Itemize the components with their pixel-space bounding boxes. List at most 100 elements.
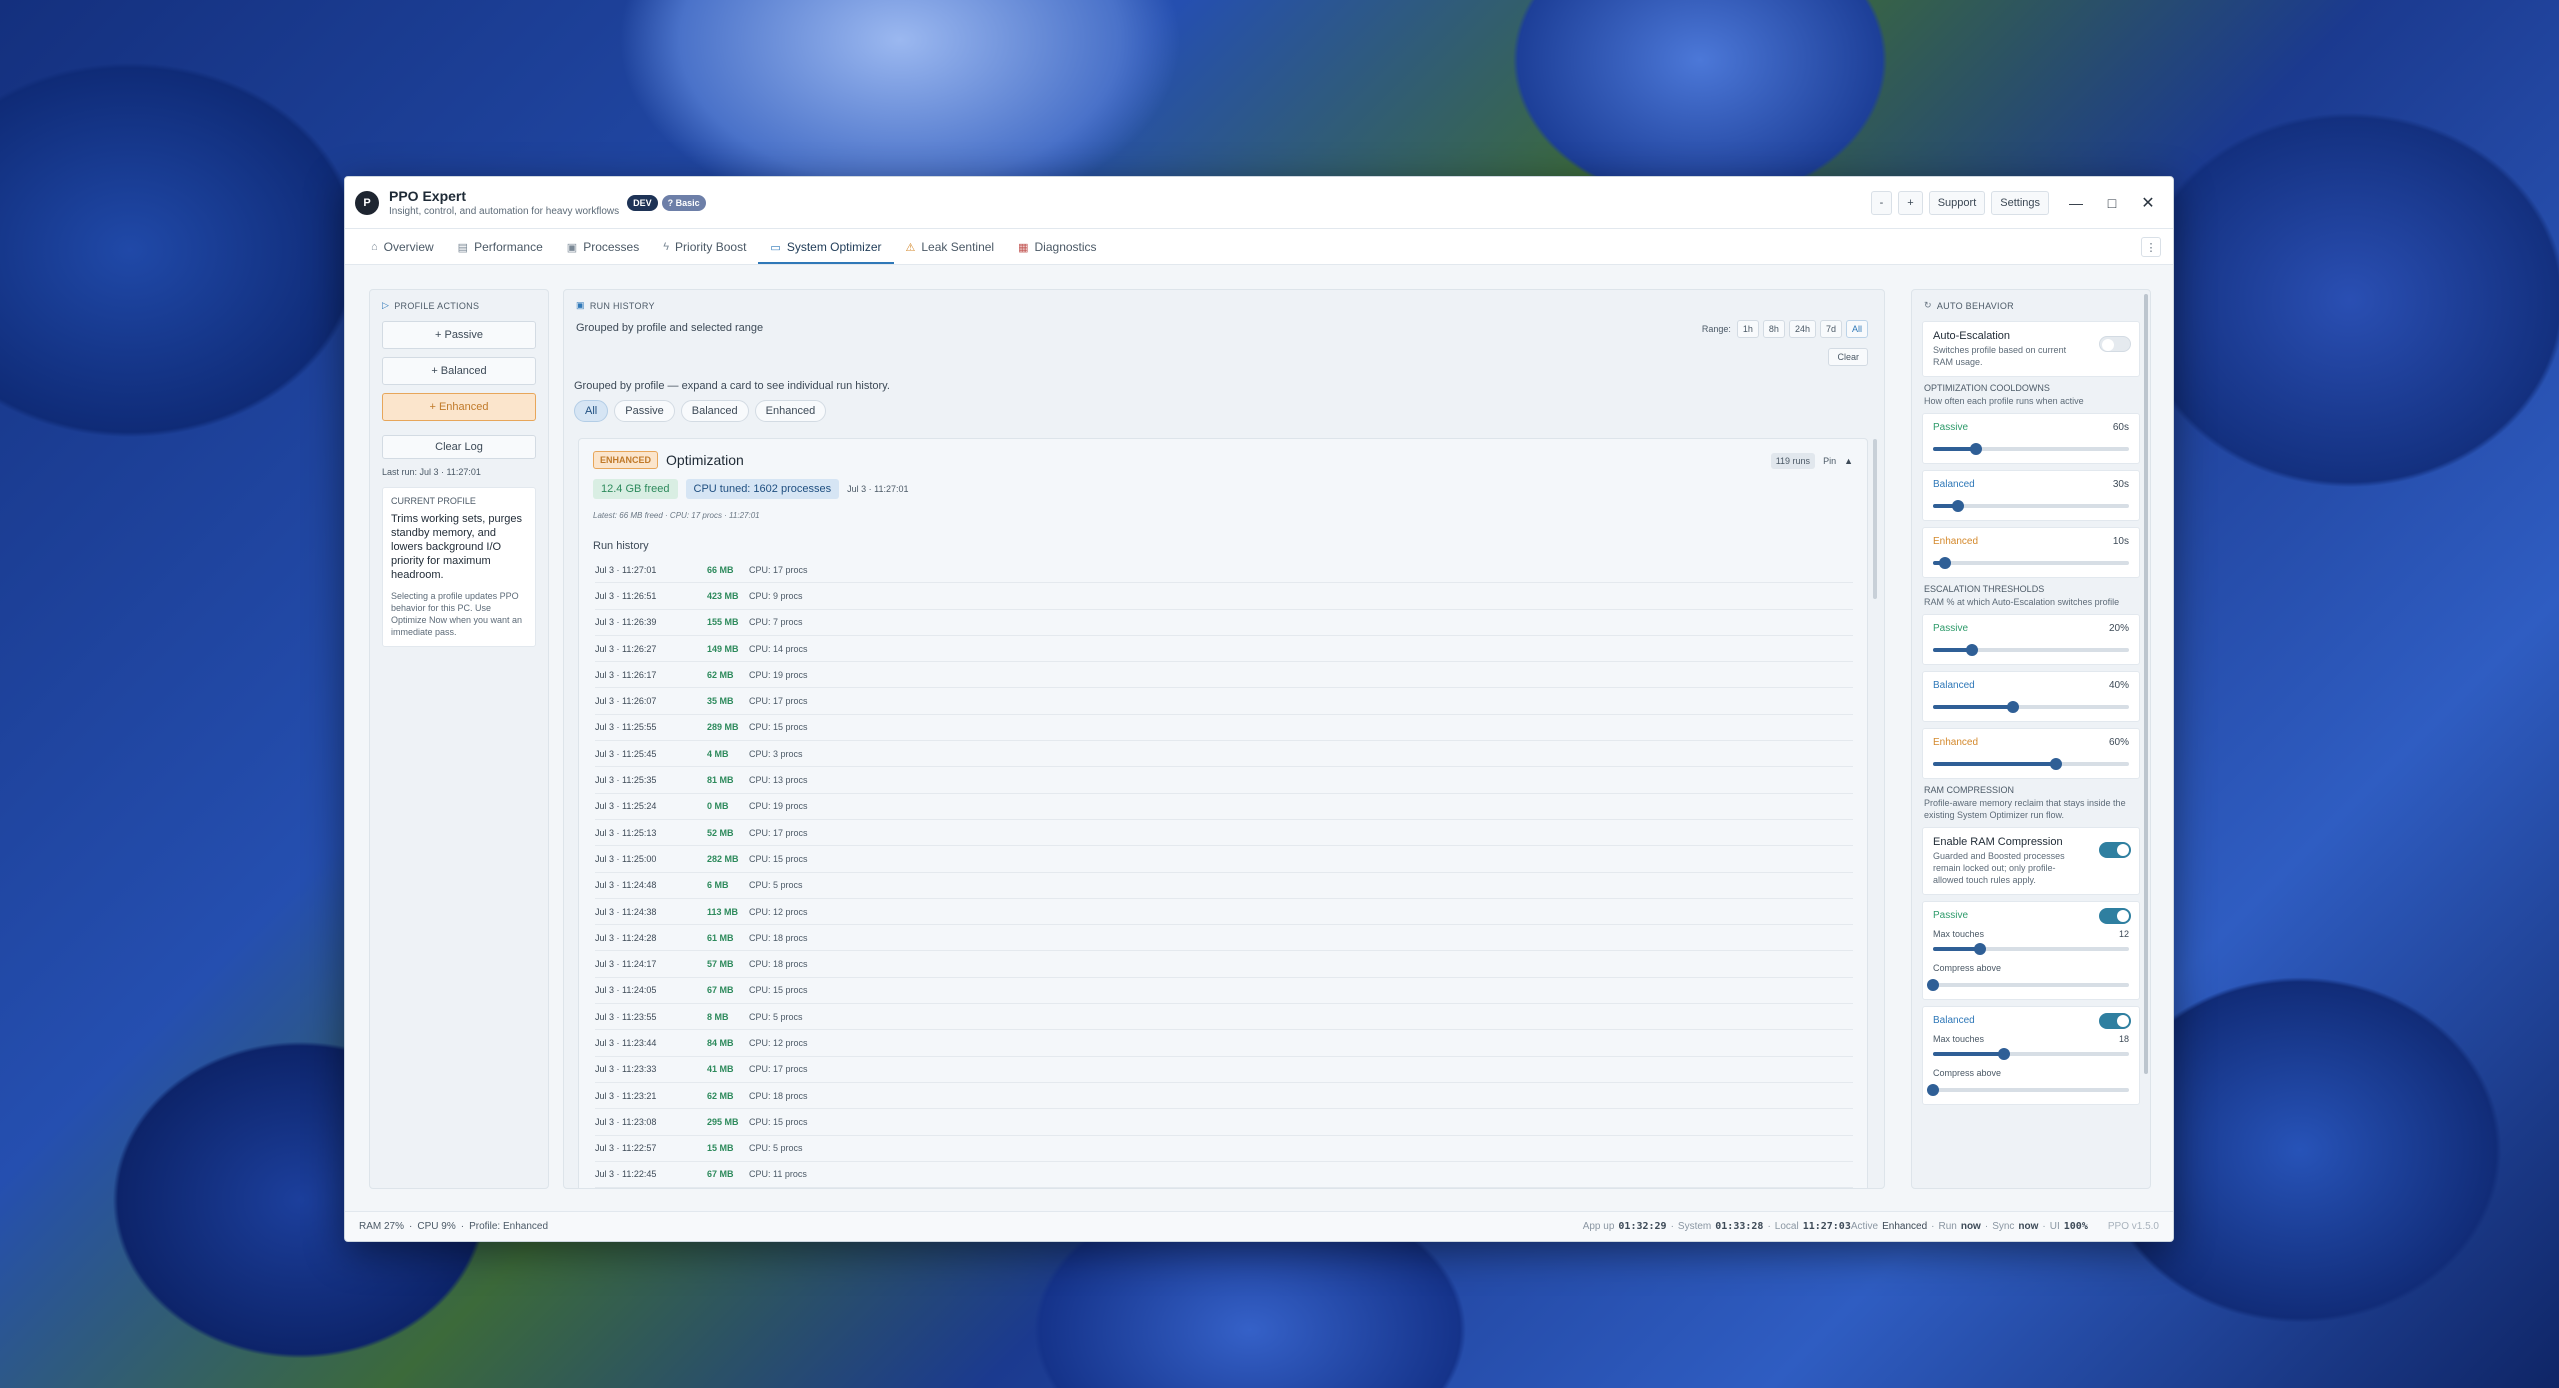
auto-behavior-panel: ↻ AUTO BEHAVIOR Auto-Escalation Switches…	[1911, 289, 2151, 1189]
run-freed: 67 MB	[707, 1169, 734, 1180]
slider-track[interactable]	[1933, 701, 2129, 713]
separator: ·	[460, 1221, 465, 1232]
slider-thumb[interactable]	[1970, 443, 1983, 455]
run-freed: 62 MB	[707, 669, 734, 680]
range-7d-button[interactable]: 7d	[1819, 320, 1842, 338]
passive-profile-button[interactable]: + Passive	[382, 321, 536, 349]
tab-diagnostics[interactable]: ▦ Diagnostics	[1006, 240, 1108, 264]
run-time: Jul 3 · 11:23:21	[595, 1090, 657, 1101]
run-cpu: CPU: 18 procs	[749, 932, 808, 943]
tab-processes[interactable]: ▣ Processes	[555, 240, 651, 264]
settings-button[interactable]: Settings	[1991, 190, 2049, 215]
enable-compression-toggle[interactable]	[2099, 842, 2131, 858]
maximize-icon[interactable]: □	[2097, 191, 2127, 215]
slider-thumb[interactable]	[1927, 979, 1939, 991]
auto-escalation-toggle[interactable]	[2099, 336, 2131, 352]
run-freed: 295 MB	[707, 1116, 739, 1127]
slider-thumb[interactable]	[1974, 943, 1987, 955]
zoom-in-button[interactable]: +	[1898, 190, 1923, 215]
compression-profile-toggle[interactable]	[2099, 908, 2131, 924]
tab-label: Diagnostics	[1034, 240, 1097, 254]
table-row: Jul 3 · 11:25:13 52 MB CPU: 17 procs	[595, 820, 1853, 847]
slider-thumb[interactable]	[1952, 500, 1965, 512]
tab-system-optimizer[interactable]: ▭ System Optimizer	[758, 240, 894, 264]
slider-track[interactable]	[1933, 1048, 2129, 1060]
slider-value: 20%	[2108, 623, 2129, 634]
run-cpu: CPU: 3 procs	[749, 748, 803, 759]
slider-thumb[interactable]	[1966, 644, 1979, 656]
run-time: Jul 3 · 11:24:28	[595, 932, 657, 943]
range-8h-button[interactable]: 8h	[1762, 320, 1785, 338]
tab-performance[interactable]: ▤ Performance	[446, 240, 555, 264]
run-label: Run	[1938, 1221, 1957, 1232]
slider-thumb[interactable]	[1938, 557, 1951, 569]
support-button[interactable]: Support	[1928, 190, 1986, 215]
balanced-profile-button[interactable]: + Balanced	[382, 357, 536, 385]
right-panel-scrollbar[interactable]	[2144, 294, 2148, 1074]
filter-all-chip[interactable]: All	[574, 400, 609, 422]
run-cpu: CPU: 5 procs	[749, 1143, 803, 1154]
clear-log-button[interactable]: Clear Log	[382, 435, 536, 459]
slider-thumb[interactable]	[1997, 1048, 2010, 1060]
tab-label: Leak Sentinel	[921, 240, 995, 254]
range-all-button[interactable]: All	[1845, 320, 1868, 338]
run-cpu: CPU: 19 procs	[749, 801, 808, 812]
slider-track[interactable]	[1933, 557, 2129, 569]
range-24h-button[interactable]: 24h	[1788, 320, 1816, 338]
tab-overview[interactable]: ⌂ Overview	[359, 240, 446, 264]
slider-track[interactable]	[1933, 943, 2129, 955]
minimize-icon[interactable]: —	[2061, 191, 2091, 215]
run-cpu: CPU: 18 procs	[749, 959, 808, 970]
run-history-subtitle: Grouped by profile and selected range	[576, 322, 764, 334]
tab-priority-boost[interactable]: ϟ Priority Boost	[651, 240, 758, 264]
run-cpu: CPU: 11 procs	[749, 1169, 807, 1180]
run-time: Jul 3 · 11:26:07	[595, 696, 657, 707]
toggle-knob	[2117, 910, 2129, 922]
separator: ·	[1767, 1221, 1771, 1232]
filter-passive-chip[interactable]: Passive	[614, 400, 675, 422]
table-row: Jul 3 · 11:27:01 66 MB CPU: 17 procs	[595, 557, 1853, 584]
slider-thumb[interactable]	[2050, 758, 2063, 770]
compression-profiles: Passive Max touches 12 Compress above Balanc…	[1912, 901, 2150, 1105]
process-icon: ▣	[566, 241, 578, 254]
ui-scale: 100%	[2063, 1221, 2088, 1232]
run-time: Jul 3 · 11:26:27	[595, 643, 657, 654]
slider-header: Balanced 30s	[1933, 479, 2129, 490]
compression-profile-toggle[interactable]	[2099, 1013, 2131, 1029]
filter-enhanced-chip[interactable]: Enhanced	[754, 400, 827, 422]
run-cpu: CPU: 5 procs	[749, 1011, 803, 1022]
slider-track[interactable]	[1933, 443, 2129, 455]
run-time: Jul 3 · 11:22:57	[595, 1143, 657, 1154]
clear-history-button[interactable]: Clear	[1828, 348, 1868, 366]
close-icon[interactable]: ✕	[2133, 191, 2163, 215]
boost-icon: ϟ	[663, 241, 670, 253]
more-options-icon[interactable]: ⋮	[2141, 237, 2161, 257]
slider-header: Enhanced 10s	[1933, 536, 2129, 547]
zoom-out-button[interactable]: -	[1870, 190, 1893, 215]
tab-leak-sentinel[interactable]: ⚠ Leak Sentinel	[894, 240, 1007, 264]
slider-fill	[1933, 762, 2057, 766]
slider-thumb[interactable]	[2007, 701, 2020, 713]
enhanced-profile-button[interactable]: + Enhanced	[382, 393, 536, 421]
slider-track[interactable]	[1927, 979, 2129, 991]
pin-button[interactable]: Pin	[1823, 456, 1836, 466]
filter-balanced-chip[interactable]: Balanced	[680, 400, 749, 422]
run-cpu: CPU: 7 procs	[749, 617, 803, 628]
slider-track[interactable]	[1933, 644, 2129, 656]
basic-mode-badge[interactable]: ? Basic	[661, 194, 706, 211]
sync-label: Sync	[1992, 1221, 2015, 1232]
slider-track[interactable]	[1927, 1084, 2129, 1096]
slider-track[interactable]	[1933, 758, 2129, 770]
table-row: Jul 3 · 11:26:17 62 MB CPU: 19 procs	[595, 662, 1853, 689]
run-freed: 62 MB	[707, 1090, 734, 1101]
run-freed: 61 MB	[707, 932, 734, 943]
card-scrollbar[interactable]	[1873, 439, 1877, 599]
run-time: Jul 3 · 11:24:48	[595, 880, 657, 891]
range-1h-button[interactable]: 1h	[1736, 320, 1759, 338]
run-freed: 15 MB	[707, 1143, 734, 1154]
slider-track[interactable]	[1933, 500, 2129, 512]
play-icon: ▷	[382, 300, 390, 310]
version-label: PPO v1.5.0	[2107, 1221, 2159, 1232]
slider-thumb[interactable]	[1927, 1084, 1939, 1096]
collapse-icon[interactable]: ▲	[1844, 456, 1853, 466]
